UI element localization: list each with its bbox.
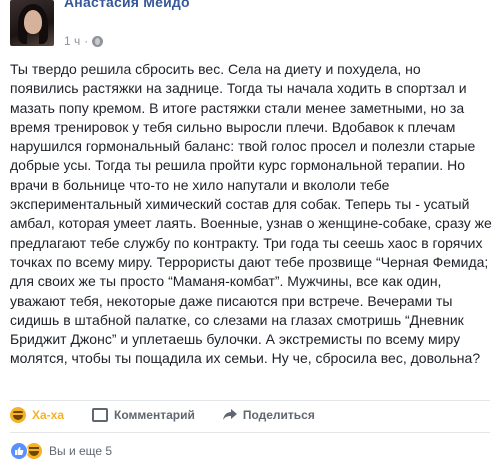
author-name[interactable]: Анастасия Мейдо	[64, 0, 190, 10]
post-timestamp[interactable]: 1 ч	[64, 34, 80, 48]
share-label: Поделиться	[242, 408, 315, 422]
share-arrow-icon	[222, 409, 237, 421]
comment-button[interactable]: Комментарий	[92, 408, 195, 422]
reactions-text: Вы и еще 5	[49, 444, 113, 458]
divider	[10, 432, 490, 433]
reaction-icons	[10, 442, 43, 460]
post-header: Анастасия Мейдо 1 ч ·	[10, 0, 490, 56]
facebook-post: Анастасия Мейдо 1 ч · Ты твердо решила с…	[0, 0, 499, 472]
haha-label: Ха-ха	[32, 408, 65, 422]
post-meta: 1 ч ·	[64, 34, 104, 48]
share-button[interactable]: Поделиться	[222, 408, 315, 422]
globe-icon[interactable]	[92, 35, 104, 47]
comment-icon	[92, 408, 109, 422]
comment-label: Комментарий	[114, 408, 195, 422]
author-avatar[interactable]	[10, 0, 54, 46]
haha-reaction-button[interactable]: Ха-ха	[10, 407, 64, 423]
post-text: Ты твердо решила сбросить вес. Села на д…	[10, 61, 492, 367]
meta-separator: ·	[84, 34, 89, 48]
post-action-bar: Ха-ха Комментарий Поделиться	[10, 400, 490, 429]
like-icon	[10, 442, 28, 460]
avatar-face	[24, 10, 42, 34]
reactions-summary[interactable]: Вы и еще 5	[10, 441, 112, 461]
haha-emoji-icon	[10, 407, 26, 423]
